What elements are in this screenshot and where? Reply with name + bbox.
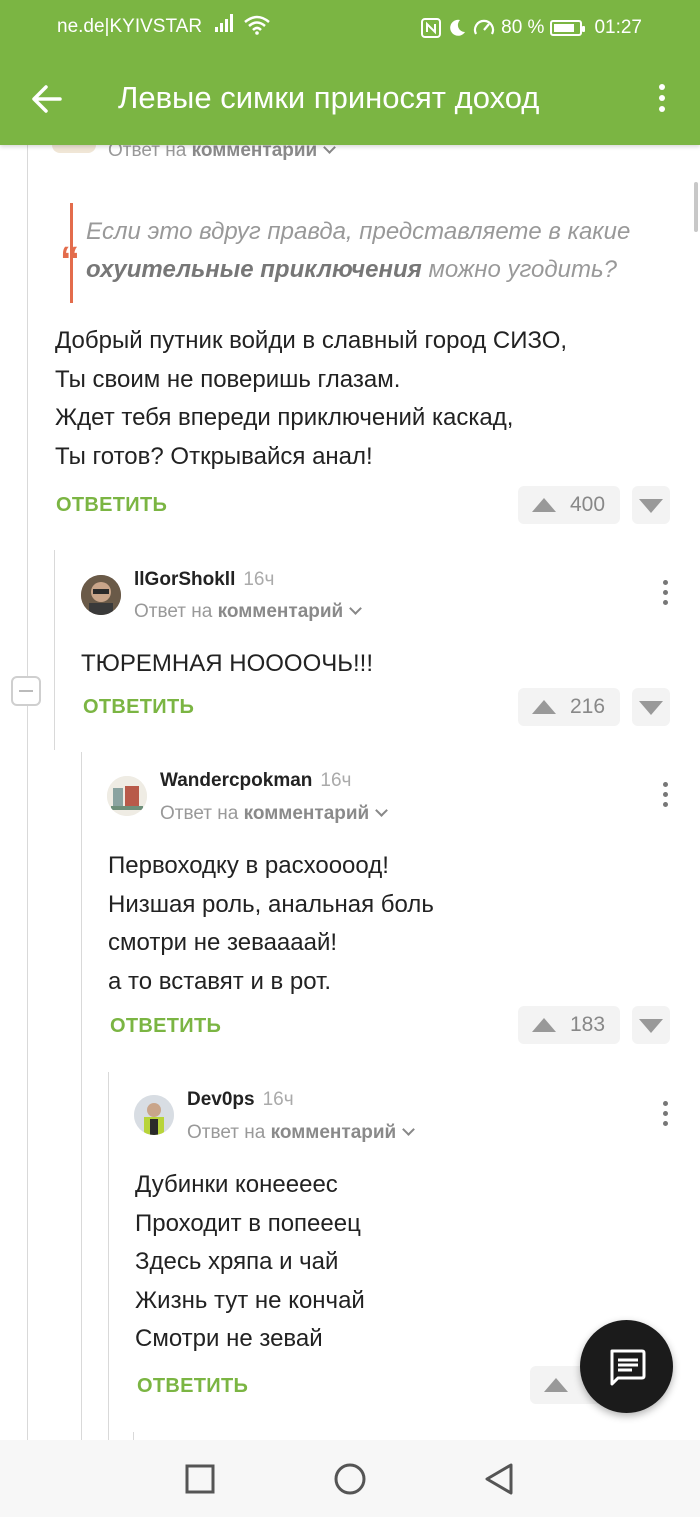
nfc-icon [421,18,442,38]
vote-count: 183 [570,1013,606,1036]
system-nav-bar [0,1440,700,1517]
home-icon[interactable] [333,1462,367,1496]
reply-to-link[interactable]: Ответ на комментарий [187,1122,416,1144]
avatar[interactable] [107,776,147,816]
comment-time: 16ч [262,1089,294,1110]
upvote-button[interactable]: 216 [518,688,620,726]
thread-line [108,1072,109,1440]
write-comment-button[interactable] [580,1320,673,1413]
chevron-down-icon [349,602,363,615]
scrollbar[interactable] [694,182,698,232]
back-arrow-icon[interactable] [30,82,64,116]
avatar[interactable] [134,1095,174,1135]
battery-percent: 80 % [501,17,545,38]
avatar-image [81,575,121,615]
recents-icon[interactable] [185,1464,215,1494]
page-title: Левые симки приносят доход [118,80,540,115]
comment-author[interactable]: Wandercpokman 16ч [160,770,351,792]
upvote-button[interactable]: 183 [518,1006,620,1044]
thread-line [54,550,55,750]
downvote-button[interactable] [632,1006,670,1044]
chevron-down-icon [375,804,389,817]
comment-body: Дубинки конееееc Проходит в попееец Здес… [135,1171,365,1352]
comment-time: 16ч [243,569,275,590]
comment-time: 16ч [320,770,352,791]
moon-icon [450,19,466,36]
reply-to-link[interactable]: Ответ на комментарий [134,601,363,623]
signal-icon [215,14,234,32]
upvote-icon [544,1378,568,1392]
avatar [52,145,96,153]
upvote-button[interactable]: 400 [518,486,620,524]
reply-button[interactable]: ОТВЕТИТЬ [137,1375,248,1398]
vote-count: 216 [570,695,606,718]
comment-author[interactable]: Dev0ps 16ч [187,1089,294,1111]
quote-icon: “ [60,239,80,283]
comment-body: Первоходку в расхоооод! Низшая роль, ана… [108,852,434,995]
avatar-image [134,1095,174,1135]
comment-author[interactable]: llGorShokll 16ч [134,569,274,591]
vote-count: 400 [570,493,606,516]
comment-menu-icon[interactable] [659,1101,671,1129]
thread-line [133,1432,134,1440]
comment-menu-icon[interactable] [659,782,671,810]
more-options-icon[interactable] [652,84,672,114]
thread-line [81,752,82,1440]
comment-body: Добрый путник войди в славный город СИЗО… [55,327,568,470]
status-system: 80 % 01:27 [421,14,642,42]
thread-line [27,145,28,1440]
speedometer-icon [474,19,495,35]
downvote-icon [639,1019,663,1033]
status-carrier: ne.de|KYIVSTAR [57,14,271,42]
downvote-icon [639,701,663,715]
reply-button[interactable]: ОТВЕТИТЬ [83,696,194,719]
chevron-down-icon [402,1123,416,1136]
collapse-thread-button[interactable] [11,676,41,706]
avatar-image [107,776,147,816]
upvote-icon [532,1018,556,1032]
back-icon[interactable] [483,1462,515,1496]
quote-block: “ Если это вдруг правда, представляете в… [60,203,670,303]
upvote-icon [532,498,556,512]
reply-button[interactable]: ОТВЕТИТЬ [56,494,167,517]
clock: 01:27 [594,17,642,38]
carrier-label: ne.de|KYIVSTAR [57,16,203,37]
comment-icon [610,1349,646,1386]
downvote-button[interactable] [632,486,670,524]
app-header: ne.de|KYIVSTAR 80 % 01:27 Левые симки пр… [0,0,700,145]
reply-button[interactable]: ОТВЕТИТЬ [110,1015,221,1038]
reply-to-link[interactable]: Ответ на комментарий [160,803,389,825]
downvote-button[interactable] [632,688,670,726]
quote-text: Если это вдруг правда, представляете в к… [86,218,631,283]
wifi-icon [243,15,270,35]
downvote-icon [639,499,663,513]
avatar[interactable] [81,575,121,615]
comment-body: ТЮРЕМНАЯ НОООOЧЬ!!! [81,650,374,677]
battery-icon [550,20,586,36]
upvote-icon [532,700,556,714]
comment-menu-icon[interactable] [659,580,671,608]
